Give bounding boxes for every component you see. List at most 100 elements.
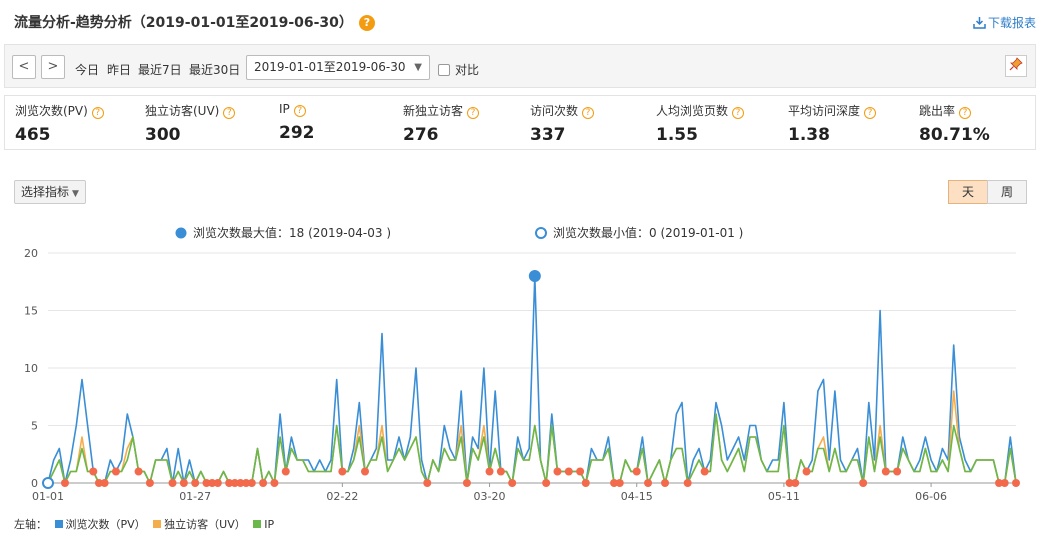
low-point-marker — [564, 467, 573, 476]
legend-item-ip[interactable]: IP — [264, 518, 274, 531]
quick-range-today[interactable]: 今日 — [75, 61, 99, 78]
low-point-marker — [893, 467, 902, 476]
metric-label-text: 浏览次数(PV) — [15, 104, 88, 118]
help-icon[interactable]: ? — [732, 107, 745, 119]
series-line-uv — [47, 390, 1017, 484]
x-tick-label: 01-27 — [179, 490, 211, 503]
metric-label-text: 跳出率 — [919, 104, 956, 118]
low-point-marker — [89, 467, 98, 476]
checkbox-icon — [438, 64, 450, 76]
low-point-marker — [1000, 479, 1009, 487]
low-point-marker — [462, 479, 471, 487]
low-point-marker — [361, 467, 370, 476]
low-point-marker — [259, 479, 268, 487]
metric-selector-dropdown[interactable]: 选择指标 ▼ — [14, 180, 86, 204]
low-point-marker — [168, 479, 177, 487]
help-icon[interactable]: ? — [864, 107, 877, 119]
compare-checkbox[interactable]: 对比 — [438, 61, 479, 78]
period-day-button[interactable]: 天 — [948, 180, 988, 204]
help-icon[interactable]: ? — [91, 107, 104, 119]
date-range-select[interactable]: 2019-01-01至2019-06-30 ▼ — [246, 55, 430, 80]
low-point-marker — [802, 467, 811, 476]
metric-label: 跳出率? — [919, 102, 990, 119]
low-point-marker — [179, 479, 188, 487]
y-tick-label: 5 — [31, 420, 38, 433]
trend-analysis-page: 流量分析-趋势分析（2019-01-01至2019-06-30）? 下载报表 <… — [0, 0, 1050, 535]
download-report-link[interactable]: 下载报表 — [973, 14, 1036, 31]
low-point-marker — [60, 479, 69, 487]
help-icon[interactable]: ? — [293, 105, 306, 117]
y-tick-label: 15 — [24, 305, 38, 318]
low-point-marker — [191, 479, 200, 487]
caret-down-icon: ▼ — [72, 189, 79, 199]
page-title-text: 流量分析-趋势分析（2019-01-01至2019-06-30） — [14, 15, 353, 31]
quick-range-7days[interactable]: 最近7日 — [138, 61, 182, 78]
help-icon[interactable]: ? — [223, 107, 236, 119]
low-point-marker — [553, 467, 562, 476]
metric-label: 浏览次数(PV)? — [15, 102, 104, 119]
legend-swatch-pv — [54, 520, 63, 528]
max-legend-dot — [175, 227, 187, 239]
low-point-marker — [859, 479, 868, 487]
legend-item-pv[interactable]: 浏览次数（PV） — [66, 518, 146, 531]
low-point-marker — [791, 479, 800, 487]
metric-label-text: 访问次数 — [530, 104, 579, 118]
x-tick-label: 03-20 — [474, 490, 506, 503]
y-tick-label: 0 — [31, 477, 38, 490]
pin-button[interactable] — [1005, 55, 1027, 77]
low-point-marker — [423, 479, 432, 487]
metric-label: 人均浏览页数? — [656, 102, 745, 119]
help-icon[interactable]: ? — [358, 15, 375, 31]
metric-label-text: 平均访问深度 — [788, 104, 861, 118]
low-point-marker — [661, 479, 670, 487]
low-point-marker — [632, 467, 641, 476]
low-point-marker — [615, 479, 624, 487]
min-legend-dot — [535, 227, 547, 239]
metric-label: 新独立访客? — [403, 102, 480, 119]
metric-label: 平均访问深度? — [788, 102, 877, 119]
metric-2: IP? 292 — [279, 102, 315, 143]
low-point-marker — [247, 479, 256, 487]
metric-label-text: IP — [279, 102, 290, 116]
low-point-marker — [338, 467, 347, 476]
x-tick-label: 01-01 — [32, 490, 64, 503]
prev-period-button[interactable]: < — [12, 55, 36, 79]
legend-item-uv[interactable]: 独立访客（UV） — [164, 518, 246, 531]
y-tick-label: 10 — [24, 362, 38, 375]
metric-value: 465 — [15, 125, 51, 145]
low-point-marker — [881, 467, 890, 476]
help-icon[interactable]: ? — [582, 107, 595, 119]
legend-axis-label: 左轴： — [14, 518, 47, 531]
low-point-marker — [134, 467, 143, 476]
metric-3: 新独立访客? 276 — [403, 102, 480, 145]
metric-value: 300 — [145, 125, 181, 145]
low-point-marker — [644, 479, 653, 487]
min-value-label: 浏览次数最小值：0 (2019-01-01 ) — [553, 225, 743, 240]
metric-6: 平均访问深度? 1.38 — [788, 102, 877, 145]
chevron-down-icon: ▼ — [414, 62, 422, 73]
date-range-value: 2019-01-01至2019-06-30 — [254, 60, 406, 74]
low-point-marker — [683, 479, 692, 487]
download-label: 下载报表 — [987, 16, 1036, 30]
low-point-marker — [576, 467, 585, 476]
max-point-marker — [528, 270, 541, 282]
metric-label-text: 独立访客(UV) — [145, 104, 220, 118]
x-tick-label: 04-15 — [621, 490, 653, 503]
quick-range-yesterday[interactable]: 昨日 — [107, 61, 131, 78]
x-tick-label: 05-11 — [768, 490, 800, 503]
metric-1: 独立访客(UV)? 300 — [145, 102, 236, 145]
metric-label: 独立访客(UV)? — [145, 102, 236, 119]
min-point-marker — [42, 477, 54, 489]
low-point-marker — [213, 479, 222, 487]
metric-7: 跳出率? 80.71% — [919, 102, 990, 145]
help-icon[interactable]: ? — [959, 107, 972, 119]
metric-value: 292 — [279, 123, 315, 143]
metric-label: 访问次数? — [530, 102, 595, 119]
quick-range-30days[interactable]: 最近30日 — [189, 61, 240, 78]
metric-4: 访问次数? 337 — [530, 102, 595, 145]
next-period-button[interactable]: > — [41, 55, 65, 79]
max-value-label: 浏览次数最大值：18 (2019-04-03 ) — [193, 225, 391, 240]
help-icon[interactable]: ? — [467, 107, 480, 119]
period-week-button[interactable]: 周 — [987, 180, 1027, 204]
low-point-marker — [111, 467, 120, 476]
